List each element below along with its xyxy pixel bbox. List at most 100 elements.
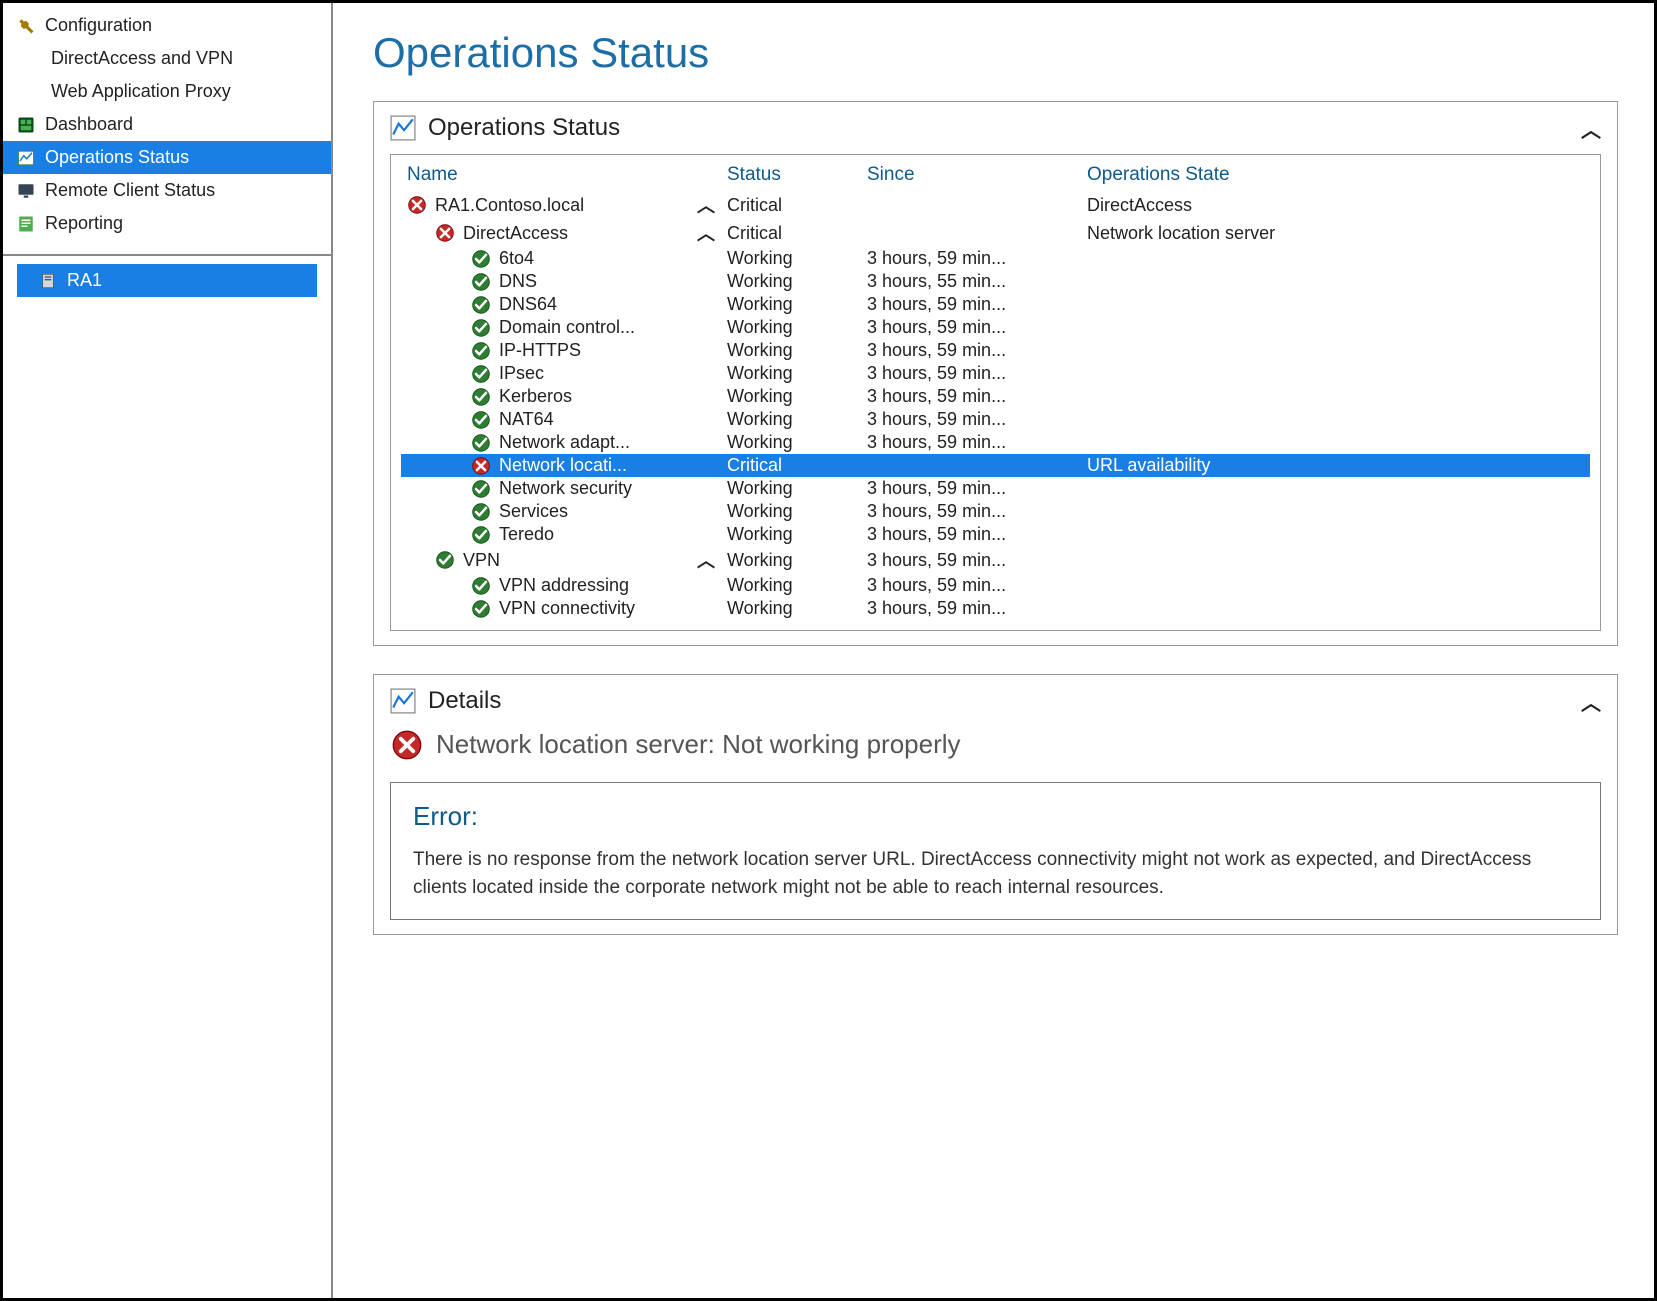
cell-name: Teredo xyxy=(407,524,727,545)
cell-status: Working xyxy=(727,340,867,361)
collapse-chevron-icon[interactable]: ︿ xyxy=(1581,114,1601,143)
row-label: 6to4 xyxy=(499,248,534,269)
row-label: Network adapt... xyxy=(499,432,630,453)
col-status[interactable]: Status xyxy=(727,164,867,186)
panel-header: Details xyxy=(390,687,1601,715)
sidebar-item-remote-client-status[interactable]: Remote Client Status xyxy=(3,174,331,207)
cell-name: DirectAccess ︿ xyxy=(407,220,727,246)
main-pane: Operations Status Operations Status ︿ Na… xyxy=(333,3,1654,1298)
ok-icon xyxy=(471,341,491,361)
status-chart-icon xyxy=(15,149,37,167)
table-row[interactable]: KerberosWorking3 hours, 59 min... xyxy=(401,385,1590,408)
row-label: RA1.Contoso.local xyxy=(435,195,584,216)
cell-status: Working xyxy=(727,317,867,338)
table-row[interactable]: IP-HTTPSWorking3 hours, 59 min... xyxy=(401,339,1590,362)
cell-since: 3 hours, 59 min... xyxy=(867,550,1087,571)
sidebar-item-configuration[interactable]: Configuration xyxy=(3,9,331,42)
server-icon xyxy=(37,272,59,290)
table-row[interactable]: NAT64 Working3 hours, 59 min... xyxy=(401,408,1590,431)
chevron-up-icon[interactable]: ︿ xyxy=(697,547,715,573)
table-row[interactable]: RA1.Contoso.local︿CriticalDirectAccess xyxy=(401,191,1590,219)
row-label: VPN connectivity xyxy=(499,598,635,619)
row-label: Teredo xyxy=(499,524,554,545)
ok-icon xyxy=(471,249,491,269)
sidebar-sub-web-app-proxy[interactable]: Web Application Proxy xyxy=(3,75,331,108)
ok-icon xyxy=(471,479,491,499)
sidebar-item-operations-status[interactable]: Operations Status xyxy=(3,141,331,174)
cell-name: IP-HTTPS xyxy=(407,340,727,361)
cell-name: 6to4 xyxy=(407,248,727,269)
row-label: Kerberos xyxy=(499,386,572,407)
cell-status: Working xyxy=(727,598,867,619)
ok-icon xyxy=(471,318,491,338)
cell-name: Network adapt... xyxy=(407,432,727,453)
chevron-up-icon[interactable]: ︿ xyxy=(697,192,715,218)
table-row[interactable]: Network adapt...Working3 hours, 59 min..… xyxy=(401,431,1590,454)
cell-op-state: DirectAccess xyxy=(1087,195,1584,216)
sidebar-sub-label: Web Application Proxy xyxy=(51,81,231,102)
cell-since: 3 hours, 59 min... xyxy=(867,294,1087,315)
cell-status: Working xyxy=(727,409,867,430)
table-row[interactable]: 6to4Working3 hours, 59 min... xyxy=(401,247,1590,270)
table-row[interactable]: Domain control...Working3 hours, 59 min.… xyxy=(401,316,1590,339)
cell-status: Working xyxy=(727,363,867,384)
row-label: DirectAccess xyxy=(463,223,568,244)
table-row[interactable]: DNSWorking3 hours, 55 min... xyxy=(401,270,1590,293)
ok-icon xyxy=(435,550,455,570)
report-icon xyxy=(15,215,37,233)
panel-title: Operations Status xyxy=(428,114,620,142)
cell-since: 3 hours, 59 min... xyxy=(867,340,1087,361)
ok-icon xyxy=(471,364,491,384)
col-name[interactable]: Name xyxy=(407,164,727,186)
table-row[interactable]: DirectAccess ︿ Critical Network location se… xyxy=(401,219,1590,247)
row-label: IPsec xyxy=(499,363,544,384)
collapse-chevron-icon[interactable]: ︿ xyxy=(1581,687,1601,716)
cell-since: 3 hours, 59 min... xyxy=(867,478,1087,499)
table-row[interactable]: Network locati...CriticalURL availabilit… xyxy=(401,454,1590,477)
operations-status-panel: Operations Status ︿ Name Status Since Op… xyxy=(373,101,1618,646)
cell-status: Critical xyxy=(727,223,867,244)
row-label: Domain control... xyxy=(499,317,635,338)
cell-op-state: Network location server xyxy=(1087,223,1584,244)
details-panel: Details ︿ Network location server: Not w… xyxy=(373,674,1618,935)
table-row[interactable]: ServicesWorking3 hours, 59 min... xyxy=(401,500,1590,523)
sidebar-sub-label: DirectAccess and VPN xyxy=(51,48,233,69)
row-label: NAT64 xyxy=(499,409,554,430)
error-icon xyxy=(471,456,491,476)
table-row[interactable]: IPsecWorking3 hours, 59 min... xyxy=(401,362,1590,385)
row-label: VPN addressing xyxy=(499,575,629,596)
table-row[interactable]: Network securityWorking3 hours, 59 min..… xyxy=(401,477,1590,500)
table-row[interactable]: DNS64Working3 hours, 59 min... xyxy=(401,293,1590,316)
server-item-ra1[interactable]: RA1 xyxy=(17,264,317,297)
panel-chart-icon xyxy=(390,115,416,141)
detail-headline: Network location server: Not working pro… xyxy=(436,729,961,760)
table-row[interactable]: VPN addressingWorking3 hours, 59 min... xyxy=(401,574,1590,597)
col-since[interactable]: Since xyxy=(867,164,1087,186)
sidebar-item-reporting[interactable]: Reporting xyxy=(3,207,331,240)
panel-chart-icon xyxy=(390,688,416,714)
ok-icon xyxy=(471,502,491,522)
sidebar-sub-directaccess-vpn[interactable]: DirectAccess and VPN xyxy=(3,42,331,75)
table-row[interactable]: TeredoWorking3 hours, 59 min... xyxy=(401,523,1590,546)
col-state[interactable]: Operations State xyxy=(1087,164,1584,186)
table-row[interactable]: VPN︿Working3 hours, 59 min... xyxy=(401,546,1590,574)
sidebar-item-dashboard[interactable]: Dashboard xyxy=(3,108,331,141)
cell-status: Working xyxy=(727,550,867,571)
ok-icon xyxy=(471,387,491,407)
ok-icon xyxy=(471,433,491,453)
ok-icon xyxy=(471,295,491,315)
error-icon xyxy=(392,730,422,760)
cell-since: 3 hours, 59 min... xyxy=(867,409,1087,430)
error-icon xyxy=(407,195,427,215)
cell-name: DNS64 xyxy=(407,294,727,315)
chevron-up-icon[interactable]: ︿ xyxy=(697,220,715,246)
sidebar: Configuration DirectAccess and VPN Web A… xyxy=(3,3,333,1298)
ok-icon xyxy=(471,525,491,545)
page-title: Operations Status xyxy=(373,29,1618,77)
cell-status: Working xyxy=(727,478,867,499)
table-row[interactable]: VPN connectivityWorking3 hours, 59 min..… xyxy=(401,597,1590,620)
cell-since: 3 hours, 59 min... xyxy=(867,501,1087,522)
row-label: Network locati... xyxy=(499,455,627,476)
cell-status: Working xyxy=(727,524,867,545)
cell-since: 3 hours, 59 min... xyxy=(867,432,1087,453)
